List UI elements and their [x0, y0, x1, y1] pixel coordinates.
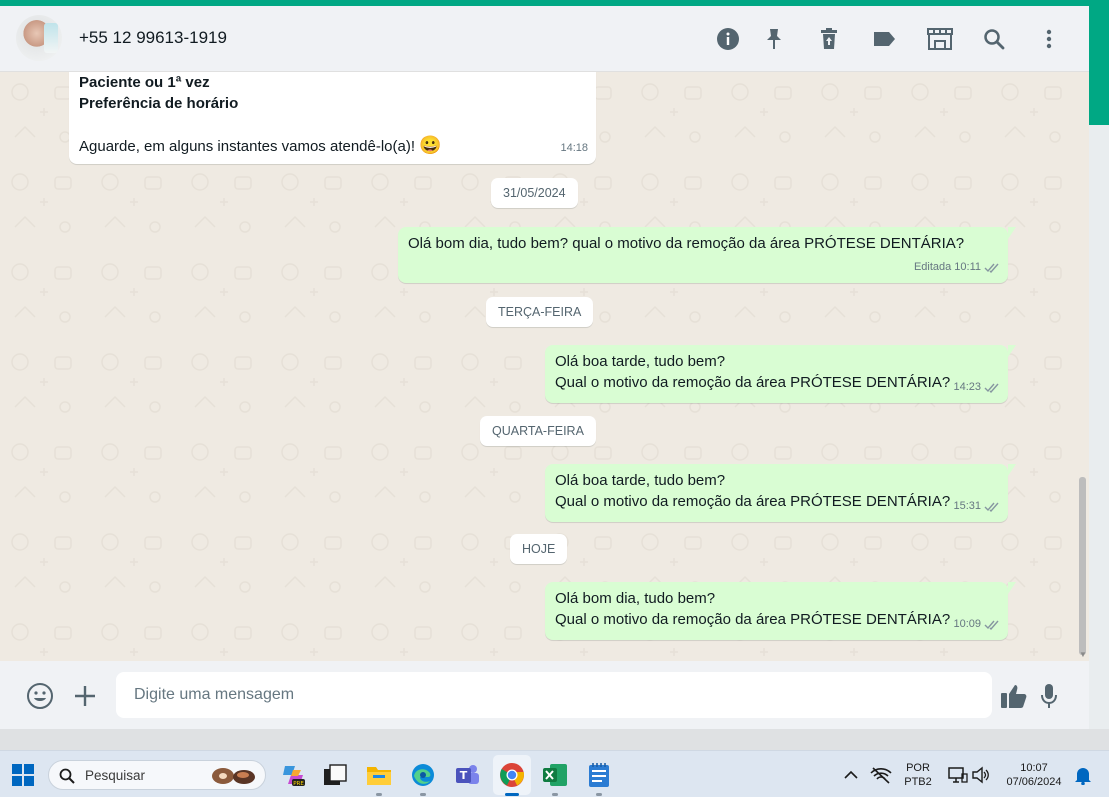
message-line: Qual o motivo da remoção da área PRÓTESE…: [555, 493, 951, 510]
date-separator: QUARTA-FEIRA: [480, 416, 596, 446]
running-indicator: [420, 793, 426, 796]
outgoing-message[interactable]: Olá boa tarde, tudo bem? Qual o motivo d…: [545, 464, 1016, 522]
scroll-down-arrow-icon[interactable]: ▼: [1079, 650, 1087, 659]
message-time: 10:09: [953, 618, 981, 630]
message-bold-line: Paciente ou 1ª vez: [79, 74, 210, 91]
delete-icon[interactable]: [816, 26, 842, 52]
double-check-icon: [984, 383, 999, 393]
bubble-tail: [1008, 345, 1016, 357]
message-text-content: Aguarde, em alguns instantes vamos atend…: [79, 138, 416, 155]
bubble-tail: [1008, 464, 1016, 476]
volume-icon[interactable]: [966, 760, 996, 790]
message-meta: Editada 10:11: [914, 257, 1000, 278]
message-line: Olá boa tarde, tudo bem?: [555, 472, 726, 489]
message-meta: 15:31: [953, 496, 1000, 517]
message-line: Qual o motivo da remoção da área PRÓTESE…: [555, 611, 951, 628]
svg-text:PRE: PRE: [293, 781, 304, 787]
windows-taskbar: Pesquisar PRE T POR PTB2 10:07 07/06/202…: [0, 750, 1109, 797]
window-bottom-area: [0, 729, 1109, 750]
date-separator: TERÇA-FEIRA: [486, 297, 594, 327]
date-separator: 31/05/2024: [491, 178, 578, 208]
taskbar-search[interactable]: Pesquisar: [48, 760, 266, 790]
svg-text:T: T: [460, 769, 468, 782]
file-explorer-icon[interactable]: [364, 760, 394, 790]
message-input[interactable]: [116, 672, 992, 718]
running-indicator: [376, 793, 382, 796]
notepad-icon[interactable]: [584, 760, 614, 790]
pin-icon[interactable]: [761, 26, 787, 52]
task-view-icon[interactable]: [320, 760, 350, 790]
chat-scrollbar[interactable]: [1079, 477, 1086, 655]
outgoing-message[interactable]: Olá bom dia, tudo bem? qual o motivo da …: [398, 227, 1016, 283]
message-meta: 14:23: [953, 377, 1000, 398]
double-check-icon: [984, 502, 999, 512]
double-check-icon: [984, 620, 999, 630]
edge-icon[interactable]: [408, 760, 438, 790]
contact-avatar[interactable]: [16, 15, 62, 61]
message-bold-line: Preferência de horário: [79, 95, 239, 112]
bubble-tail: [1008, 582, 1016, 594]
outgoing-message[interactable]: Olá bom dia, tudo bem? Qual o motivo da …: [545, 582, 1016, 640]
search-label: Pesquisar: [85, 768, 146, 783]
message-time: 14:18: [560, 142, 588, 154]
emoji-icon[interactable]: [25, 681, 55, 711]
message-time: 14:23: [953, 381, 981, 393]
label-icon[interactable]: [871, 26, 897, 52]
message-list[interactable]: Paciente ou 1ª vez Preferência de horári…: [0, 72, 1089, 661]
chrome-icon[interactable]: [497, 760, 527, 790]
windows-start-icon[interactable]: [8, 760, 38, 790]
search-highlight-icon: [212, 768, 255, 784]
store-icon[interactable]: [925, 26, 955, 52]
message-meta: 10:09: [953, 614, 1000, 635]
edited-label: Editada: [913, 261, 952, 273]
thumbs-up-icon[interactable]: [999, 681, 1029, 711]
keyboard-layout: PTB2: [904, 776, 932, 788]
copilot-icon[interactable]: PRE: [278, 760, 308, 790]
message-text: Olá bom dia, tudo bem? qual o motivo da …: [408, 235, 965, 252]
microphone-icon[interactable]: [1034, 681, 1064, 711]
chevron-up-icon[interactable]: [836, 760, 866, 790]
menu-icon[interactable]: [1036, 26, 1062, 52]
running-indicator: [596, 793, 602, 796]
date-separator: HOJE: [510, 534, 568, 564]
clock[interactable]: 10:07 07/06/2024: [998, 761, 1070, 789]
language-code: POR: [906, 762, 930, 774]
side-gutter: [1089, 125, 1109, 729]
info-icon[interactable]: [715, 26, 741, 52]
network-offline-icon[interactable]: [866, 760, 896, 790]
bubble-tail: [1008, 227, 1016, 239]
clock-time: 10:07: [1020, 762, 1048, 774]
chat-header: +55 12 99613-1919: [0, 6, 1089, 72]
attach-plus-icon[interactable]: [70, 681, 100, 711]
side-accent: [1089, 6, 1109, 125]
running-indicator: [505, 793, 519, 796]
message-time: 10:11: [954, 261, 981, 273]
contact-name[interactable]: +55 12 99613-1919: [79, 28, 227, 48]
message-line: Olá bom dia, tudo bem?: [555, 590, 716, 607]
notification-bell-icon[interactable]: [1068, 760, 1098, 790]
double-check-icon: [984, 263, 999, 273]
incoming-message[interactable]: Paciente ou 1ª vez Preferência de horári…: [69, 72, 596, 164]
smile-emoji-icon: 😀: [419, 135, 442, 155]
teams-icon[interactable]: T: [452, 760, 482, 790]
excel-icon[interactable]: [540, 760, 570, 790]
message-time: 15:31: [953, 500, 981, 512]
message-line: Olá boa tarde, tudo bem?: [555, 353, 726, 370]
message-line: Qual o motivo da remoção da área PRÓTESE…: [555, 374, 951, 391]
message-meta: 14:18: [560, 138, 588, 159]
language-indicator[interactable]: POR PTB2: [902, 761, 934, 789]
message-text: Aguarde, em alguns instantes vamos atend…: [79, 135, 442, 157]
search-icon[interactable]: [981, 26, 1007, 52]
search-icon: [59, 768, 75, 784]
clock-date: 07/06/2024: [1006, 776, 1062, 788]
running-indicator: [552, 793, 558, 796]
message-composer: [0, 661, 1089, 729]
outgoing-message[interactable]: Olá boa tarde, tudo bem? Qual o motivo d…: [545, 345, 1016, 403]
